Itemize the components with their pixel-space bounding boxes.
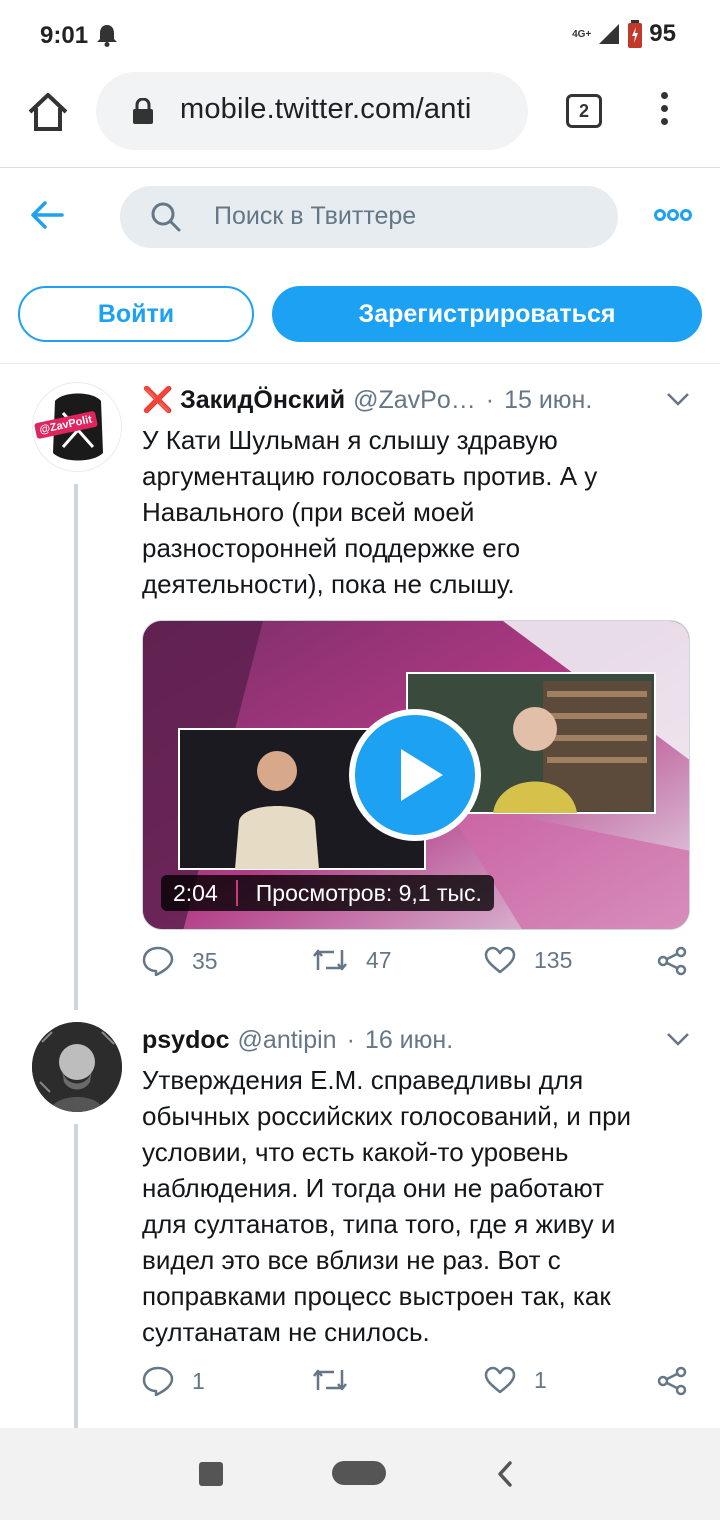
like-button[interactable]: 1 [484, 1366, 547, 1394]
reply-icon [142, 946, 174, 976]
status-bar: 9:01 4G+ 95 [0, 0, 720, 70]
separator-dot: · [485, 385, 495, 414]
battery-icon [628, 20, 643, 48]
battery-level: 95 [649, 20, 676, 47]
bell-icon [96, 23, 118, 52]
tweet-author-name[interactable]: ❌ ЗакидÖнский [142, 386, 345, 415]
like-count: 135 [534, 946, 573, 973]
reply-count: 1 [192, 1367, 205, 1394]
heart-icon [484, 946, 516, 974]
tweet-text: Утверждения Е.М. справедливы для обычных… [142, 1065, 632, 1347]
recents-button[interactable] [199, 1462, 223, 1486]
browser-toolbar: mobile.twitter.com/anti 2 [0, 70, 720, 168]
video-duration: 2:04 [173, 879, 218, 906]
play-button[interactable] [349, 709, 481, 841]
like-button[interactable]: 135 [484, 946, 572, 974]
like-count: 1 [534, 1366, 547, 1393]
lock-icon [132, 97, 154, 129]
share-button[interactable] [656, 1366, 688, 1396]
search-input[interactable]: Поиск в Твиттере [120, 186, 618, 248]
tweet[interactable]: psydoc @antipin · 16 июн. Утверждения Е.… [0, 1010, 720, 1428]
retweet-icon [313, 1369, 347, 1391]
reply-count: 35 [192, 947, 218, 974]
tweet-date[interactable]: 16 июн. [365, 1026, 453, 1055]
video-views: Просмотров: 9,1 тыс. [255, 879, 482, 906]
tweet[interactable]: @ZavPolit ❌ ЗакидÖнский @ZavPo… · 15 июн… [0, 366, 720, 1010]
retweet-button[interactable] [312, 1366, 366, 1394]
search-icon [150, 201, 182, 238]
share-icon [657, 946, 687, 976]
home-gesture-button[interactable] [332, 1461, 386, 1485]
video-player[interactable]: 2:04 Просмотров: 9,1 тыс. [142, 620, 690, 930]
more-icon[interactable] [654, 208, 692, 227]
tweet-text: У Кати Шульман я слышу здравую аргумента… [142, 425, 598, 599]
twitter-header: Поиск в Твиттере [0, 168, 720, 268]
tweet-header: psydoc @antipin · 16 июн. [142, 1020, 690, 1060]
back-chevron-icon [498, 1461, 512, 1487]
url-text: mobile.twitter.com/anti [180, 93, 472, 125]
tweet-author-handle[interactable]: @antipin [238, 1026, 337, 1055]
avatar[interactable] [32, 1022, 122, 1112]
back-button[interactable] [496, 1460, 514, 1493]
retweet-icon [313, 949, 347, 971]
search-placeholder: Поиск в Твиттере [214, 202, 417, 230]
signup-button[interactable]: Зарегистрироваться [272, 286, 702, 342]
tweet-actions: 1 1 [142, 1366, 690, 1410]
video-meta: 2:04 Просмотров: 9,1 тыс. [161, 875, 494, 911]
heart-icon [484, 1366, 516, 1394]
tabs-icon[interactable]: 2 [566, 94, 602, 128]
address-bar[interactable]: mobile.twitter.com/anti [96, 72, 528, 150]
reply-button[interactable]: 35 [142, 946, 218, 976]
retweet-count: 47 [366, 946, 392, 973]
signal-icon [599, 24, 620, 44]
tweet-header: ❌ ЗакидÖнский @ZavPo… · 15 июн. [142, 380, 690, 420]
status-time: 9:01 [40, 22, 89, 49]
retweet-button[interactable]: 47 [312, 946, 392, 974]
network-type: 4G+ [572, 28, 592, 40]
tweet-date[interactable]: 15 июн. [504, 386, 592, 415]
overflow-menu-icon[interactable] [656, 92, 672, 132]
avatar[interactable]: @ZavPolit [32, 382, 122, 472]
system-nav-bar [0, 1428, 720, 1520]
chevron-down-icon[interactable] [666, 1032, 690, 1051]
tweet-author-handle[interactable]: @ZavPo… [353, 386, 476, 415]
tweet-author-name[interactable]: psydoc [142, 1026, 230, 1055]
reply-icon [142, 1366, 174, 1396]
back-arrow-icon[interactable] [30, 200, 64, 235]
auth-row: Войти Зарегистрироваться [0, 268, 720, 364]
login-button[interactable]: Войти [18, 286, 254, 342]
status-indicators: 4G+ 95 [572, 20, 676, 48]
share-button[interactable] [656, 946, 688, 976]
separator-dot: · [346, 1025, 355, 1054]
tweet-actions: 35 47 135 [142, 946, 690, 990]
reply-button[interactable]: 1 [142, 1366, 205, 1396]
divider [235, 880, 238, 906]
chevron-down-icon[interactable] [666, 392, 690, 411]
share-icon [657, 1366, 687, 1396]
home-icon[interactable] [26, 90, 70, 134]
